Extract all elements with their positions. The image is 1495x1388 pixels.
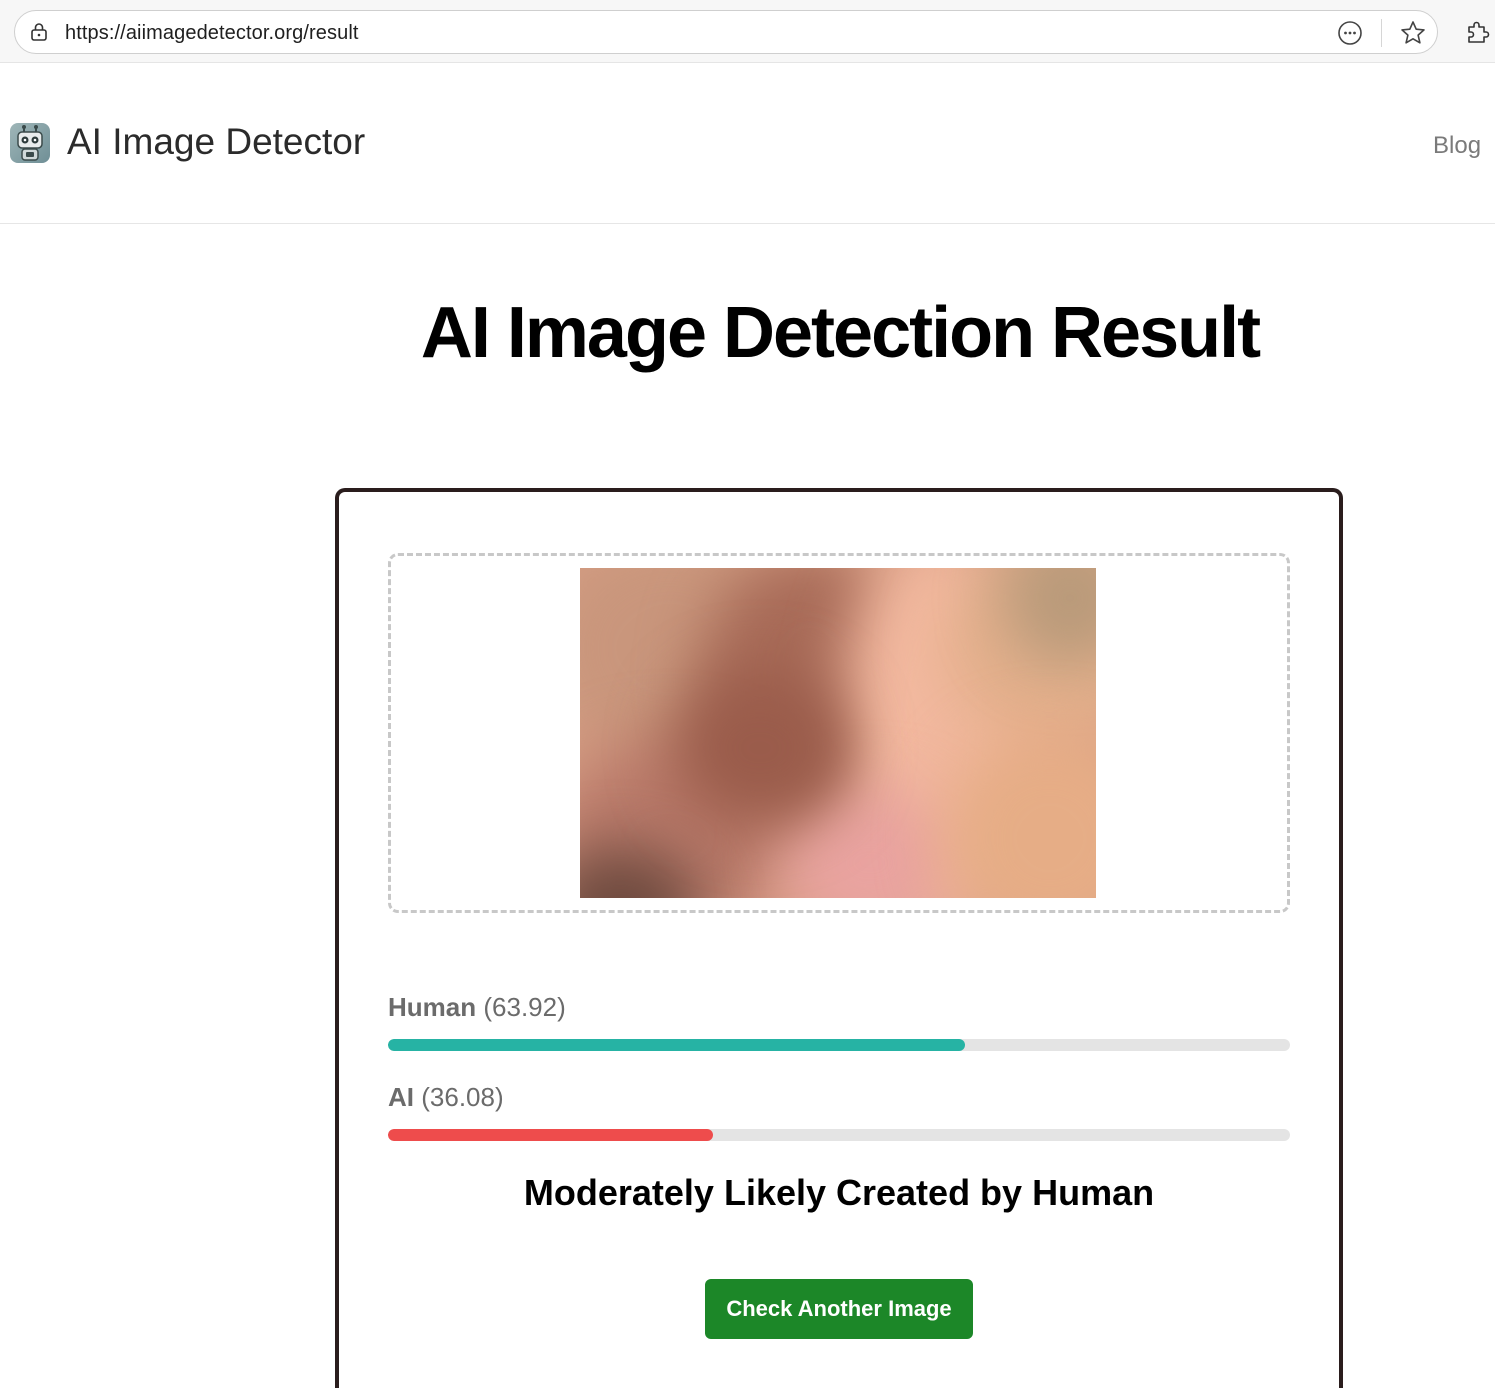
- site-header: AI Image Detector Blog: [0, 63, 1495, 224]
- ai-score-label: AI (36.08): [388, 1082, 504, 1113]
- image-preview-frame: [388, 553, 1290, 913]
- ai-score-bar: [388, 1129, 1290, 1141]
- human-score-label: Human (63.92): [388, 992, 566, 1023]
- browser-toolbar: https://aiimagedetector.org/result: [0, 0, 1495, 63]
- lock-icon[interactable]: [29, 22, 49, 42]
- address-bar[interactable]: https://aiimagedetector.org/result: [14, 10, 1438, 54]
- nav-blog-link[interactable]: Blog: [1433, 132, 1481, 160]
- puzzle-icon[interactable]: [1463, 18, 1491, 46]
- ai-score-value: (36.08): [421, 1082, 504, 1112]
- ai-score-name: AI: [388, 1082, 414, 1112]
- address-divider: [1381, 19, 1382, 47]
- verdict-text: Moderately Likely Created by Human: [523, 1172, 1155, 1213]
- uploaded-image: [580, 568, 1096, 898]
- check-another-image-button[interactable]: Check Another Image: [705, 1279, 973, 1339]
- human-score-fill: [388, 1039, 965, 1051]
- result-card: Human (63.92) AI (36.08) Moderately Like…: [335, 488, 1343, 1388]
- robot-logo-icon[interactable]: [10, 123, 50, 163]
- ai-score-fill: [388, 1129, 714, 1141]
- human-score-name: Human: [388, 992, 477, 1022]
- human-score-value: (63.92): [483, 992, 566, 1022]
- site-title[interactable]: AI Image Detector: [67, 121, 365, 163]
- star-icon[interactable]: [1399, 19, 1427, 47]
- more-options-icon[interactable]: [1337, 20, 1363, 46]
- human-score-bar: [388, 1039, 1290, 1051]
- url-text[interactable]: https://aiimagedetector.org/result: [65, 22, 359, 45]
- page-title: AI Image Detection Result: [420, 293, 1261, 373]
